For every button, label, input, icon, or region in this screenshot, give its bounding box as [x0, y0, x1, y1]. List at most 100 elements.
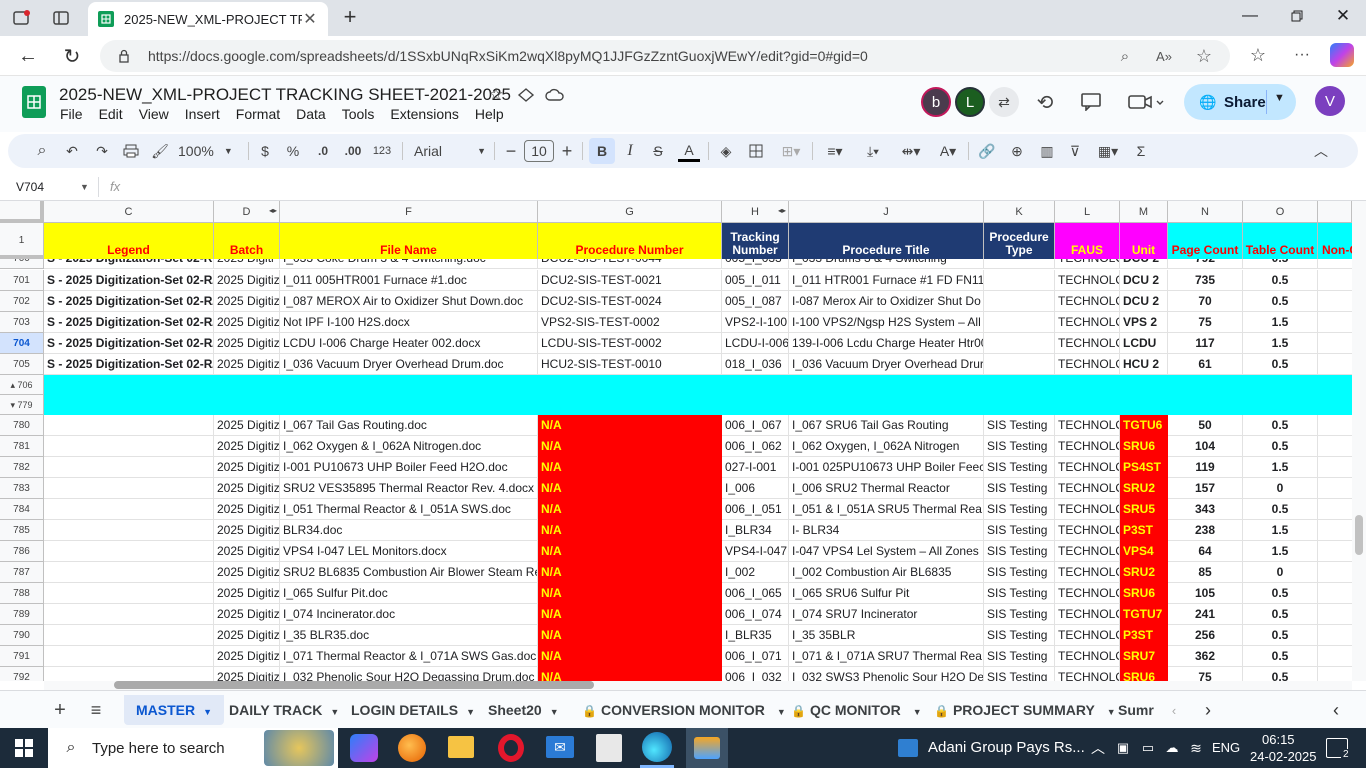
column-header-c[interactable]: C [44, 201, 214, 223]
scroll-tabs-right-icon[interactable]: › [1200, 700, 1216, 720]
undo-icon[interactable]: ↶ [62, 140, 82, 162]
cell-unit[interactable]: VPS 2 [1120, 312, 1168, 333]
cell-file[interactable]: SRU2 VES35895 Thermal Reactor Rev. 4.doc… [280, 478, 538, 499]
copilot-icon[interactable] [1330, 43, 1354, 67]
horizontal-align-icon[interactable]: ≡▾ [820, 140, 850, 162]
menu-file[interactable]: File [60, 106, 83, 122]
chevron-down-icon[interactable]: ▼ [466, 707, 475, 717]
zoom-search-icon[interactable]: ⌕ [1116, 47, 1134, 65]
cell-type[interactable]: SIS Testing [984, 457, 1055, 478]
cell-pages[interactable]: 75 [1168, 667, 1243, 681]
menu-data[interactable]: Data [296, 106, 326, 122]
cell-tables[interactable]: 0.5 [1243, 625, 1318, 646]
row-header-792[interactable]: 792 [0, 667, 44, 681]
paint-format-icon[interactable]: 🖌 [150, 140, 170, 162]
cell-nonc[interactable]: 6 [1318, 354, 1352, 375]
cell-unit[interactable]: SRU2 [1120, 478, 1168, 499]
cell-faus[interactable]: TECHNOLO( [1055, 333, 1120, 354]
chevron-down-icon[interactable]: ▼ [203, 707, 212, 717]
close-tab-icon[interactable]: ✕ [302, 9, 318, 29]
cell-title[interactable]: I- BLR34 [789, 520, 984, 541]
percent-format-button[interactable]: % [284, 140, 302, 162]
cell-tables[interactable]: 0.5 [1243, 291, 1318, 312]
cell-tables[interactable]: 1.5 [1243, 457, 1318, 478]
more-formats-button[interactable]: 123 [370, 140, 394, 162]
taskbar-search-box[interactable]: ⌕ Type here to search [48, 728, 338, 768]
text-color-icon[interactable]: A [678, 140, 700, 162]
cell-batch[interactable]: 2025 Digitiz [214, 478, 280, 499]
italic-icon[interactable]: I [620, 140, 640, 162]
horizontal-scrollbar[interactable] [44, 681, 1352, 690]
cell-nonc[interactable]: 73 [1318, 270, 1352, 291]
cell-file[interactable]: LCDU I-006 Charge Heater 002.docx [280, 333, 538, 354]
menu-format[interactable]: Format [236, 106, 280, 122]
cell-faus[interactable]: TECHNOLO( [1055, 312, 1120, 333]
row-header-788[interactable]: 788 [0, 583, 44, 604]
cell-pages[interactable]: 105 [1168, 583, 1243, 604]
cell-file[interactable]: Not IPF I-100 H2S.docx [280, 312, 538, 333]
redo-icon[interactable]: ↷ [92, 140, 112, 162]
sheet-tab-qc-monitor[interactable]: 🔒 QC MONITOR ▼ [791, 695, 922, 725]
cell-proc[interactable]: N/A [538, 436, 722, 457]
cell-title[interactable]: I_065 SRU6 Sulfur Pit [789, 583, 984, 604]
cell-pages[interactable]: 362 [1168, 646, 1243, 667]
clock-date[interactable]: 24-02-2025 [1250, 749, 1317, 764]
cell-pages[interactable]: 241 [1168, 604, 1243, 625]
cell-batch[interactable]: 2025 Digitiz [214, 625, 280, 646]
cell-track[interactable]: I_BLR34 [722, 520, 789, 541]
row-header-789[interactable]: 789 [0, 604, 44, 625]
cell-proc[interactable]: HCU2-SIS-TEST-0010 [538, 354, 722, 375]
sheet-tab-master[interactable]: MASTER ▼ [124, 695, 225, 725]
cell-track[interactable]: I_006 [722, 478, 789, 499]
language-indicator[interactable]: ENG [1212, 740, 1240, 755]
cell-unit[interactable]: HCU 2 [1120, 354, 1168, 375]
cell-track[interactable]: 006_I_065 [722, 583, 789, 604]
cell-file[interactable]: I_033 Coke Drum 3 & 4 Switching.doc [280, 259, 538, 269]
windows-start-icon[interactable] [14, 738, 34, 758]
menu-view[interactable]: View [139, 106, 169, 122]
read-aloud-icon[interactable]: A» [1154, 47, 1174, 65]
cell-batch[interactable]: 2025 Digitiz [214, 354, 280, 375]
menu-extensions[interactable]: Extensions [390, 106, 458, 122]
cell-file[interactable]: I_051 Thermal Reactor & I_051A SWS.doc [280, 499, 538, 520]
sheet-tab-login-details[interactable]: LOGIN DETAILS ▼ [351, 695, 475, 725]
cell-tables[interactable]: 0 [1243, 478, 1318, 499]
cell-tables[interactable]: 0.5 [1243, 270, 1318, 291]
cell-unit[interactable]: VPS4 [1120, 541, 1168, 562]
cell-pages[interactable]: 104 [1168, 436, 1243, 457]
weather-app-icon[interactable] [686, 728, 728, 768]
cell-unit[interactable]: TGTU7 [1120, 604, 1168, 625]
chevron-down-icon[interactable]: ▼ [777, 707, 786, 717]
cell-unit[interactable]: LCDU [1120, 333, 1168, 354]
cell-batch[interactable]: 2025 Digitiz [214, 312, 280, 333]
column-header-f[interactable]: F [280, 201, 538, 223]
vertical-align-icon[interactable]: ⤓▾ [858, 140, 888, 162]
cell-legend[interactable] [44, 646, 214, 667]
row-header-701[interactable]: 701 [0, 270, 44, 291]
formula-input[interactable] [135, 177, 1335, 197]
cell-tables[interactable]: 1.5 [1243, 541, 1318, 562]
cell-track[interactable]: I_BLR35 [722, 625, 789, 646]
cell-tables[interactable]: 0.5 [1243, 499, 1318, 520]
cell-file[interactable]: I_011 005HTR001 Furnace #1.doc [280, 270, 538, 291]
select-all-corner[interactable] [0, 201, 44, 223]
cell-type[interactable]: SIS Testing [984, 541, 1055, 562]
cell-track[interactable]: 006_I_032 [722, 667, 789, 681]
row-header-786[interactable]: 786 [0, 541, 44, 562]
cell-track[interactable]: 006_I_074 [722, 604, 789, 625]
cell-unit[interactable]: SRU5 [1120, 499, 1168, 520]
cell-type[interactable] [984, 291, 1055, 312]
cell-proc[interactable]: LCDU-SIS-TEST-0002 [538, 333, 722, 354]
cell-file[interactable]: BLR34.doc [280, 520, 538, 541]
menu-edit[interactable]: Edit [99, 106, 123, 122]
cell-tables[interactable]: 1.5 [1243, 312, 1318, 333]
table-views-icon[interactable]: ▦▾ [1092, 140, 1124, 162]
text-wrapping-icon[interactable]: ⇹▾ [896, 140, 926, 162]
tray-expand-icon[interactable]: ︿ [1090, 738, 1106, 758]
cell-batch[interactable]: 2025 Digitiz [214, 436, 280, 457]
cell-legend[interactable]: S - 2025 Digitization-Set 02-R [44, 259, 214, 269]
cell-legend[interactable]: S - 2025 Digitization-Set 02-R/ [44, 312, 214, 333]
header-procedure-title[interactable]: Procedure Title [789, 223, 984, 259]
cell-proc[interactable]: N/A [538, 625, 722, 646]
cell-file[interactable]: I_032 Phenolic Sour H2O Degassing Drum.d… [280, 667, 538, 681]
